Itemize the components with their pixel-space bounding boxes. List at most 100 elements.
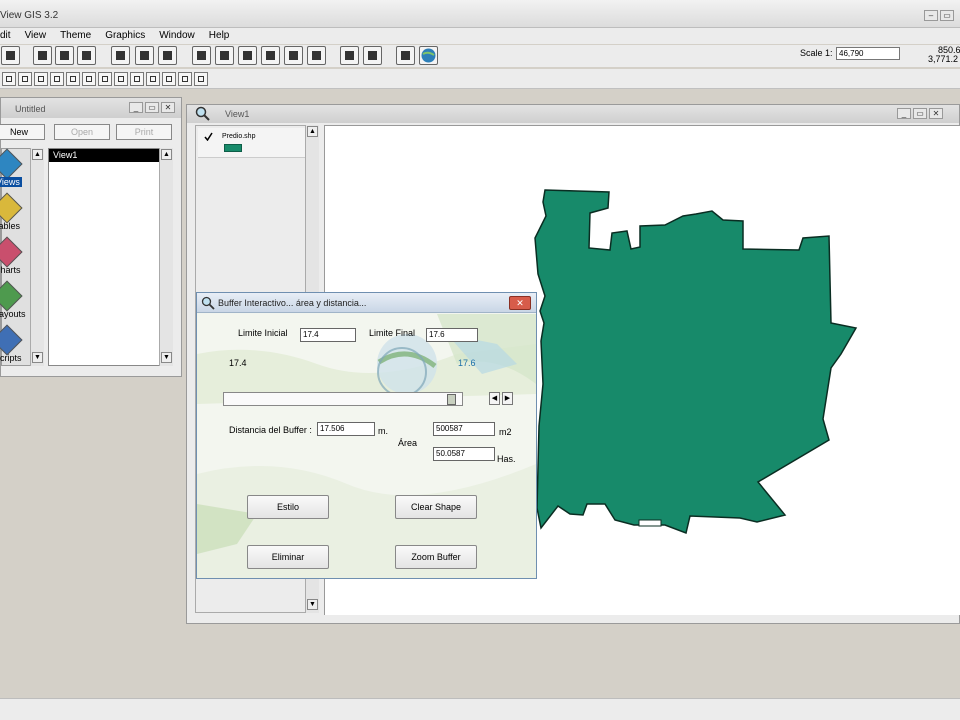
maximize-button[interactable]: ▭ xyxy=(940,10,954,21)
theme-properties-icon[interactable] xyxy=(55,46,74,65)
area-label: Área xyxy=(398,438,418,448)
edit-legend-icon[interactable] xyxy=(77,46,96,65)
view-close-button[interactable]: ✕ xyxy=(929,108,943,119)
view-maximize-button[interactable]: ▭ xyxy=(913,108,927,119)
distancia-input[interactable]: 17.506 xyxy=(317,422,375,436)
area-m2-output: 500587 xyxy=(433,422,495,436)
area-has-output: 50.0587 xyxy=(433,447,495,461)
menu-window[interactable]: Window xyxy=(159,28,195,44)
view-title: View1 xyxy=(225,109,250,119)
zoom-previous-icon[interactable] xyxy=(307,46,326,65)
app-title: View GIS 3.2 xyxy=(0,10,59,21)
scale-label: Scale 1: xyxy=(800,48,833,58)
buffer-dialog: Buffer Interactivo... área y distancia..… xyxy=(196,292,537,579)
view-minimize-button[interactable]: _ xyxy=(897,108,911,119)
project-title: Untitled xyxy=(15,104,46,114)
tables-icon xyxy=(0,192,23,224)
document-list-scrollbar[interactable]: ▲ ▼ xyxy=(159,148,173,366)
tables-doc-type[interactable]: Tables xyxy=(0,192,23,231)
charts-icon xyxy=(0,236,23,268)
scripts-doc-type[interactable]: Scripts xyxy=(0,324,23,363)
locate-address-icon[interactable] xyxy=(158,46,177,65)
limite-final-input[interactable]: 17.6 xyxy=(426,328,478,342)
button-bar: Scale 1: 46,790 850.6 3,771.2 xyxy=(0,45,960,67)
identify-tool-icon[interactable] xyxy=(2,72,16,86)
zoom-in-icon[interactable] xyxy=(261,46,280,65)
dialog-title: Buffer Interactivo... área y distancia..… xyxy=(218,298,367,308)
menu-edit[interactable]: dit xyxy=(0,28,11,44)
vertex-edit-tool-icon[interactable] xyxy=(34,72,48,86)
view-titlebar: View1 _ ▭ ✕ xyxy=(187,105,959,123)
zoom-selected-icon[interactable] xyxy=(238,46,257,65)
zoom-buffer-button[interactable]: Zoom Buffer xyxy=(395,545,477,569)
menu-help[interactable]: Help xyxy=(209,28,230,44)
select-features-icon[interactable] xyxy=(340,46,359,65)
zoom-in-tool-icon[interactable] xyxy=(66,72,80,86)
zoom-active-themes-icon[interactable] xyxy=(215,46,234,65)
minimize-button[interactable]: – xyxy=(924,10,938,21)
globe-extension-icon[interactable] xyxy=(419,46,438,65)
dialog-close-button[interactable]: ✕ xyxy=(509,296,531,310)
menu-view[interactable]: View xyxy=(25,28,47,44)
eliminar-button[interactable]: Eliminar xyxy=(247,545,329,569)
buffer-distance-slider[interactable] xyxy=(223,392,463,406)
limite-inicial-input[interactable]: 17.4 xyxy=(300,328,356,342)
views-icon xyxy=(0,148,23,180)
zoom-out-icon[interactable] xyxy=(284,46,303,65)
limite-final-label: Limite Final xyxy=(369,328,416,338)
document-list: View1 xyxy=(48,148,160,366)
project-maximize-button[interactable]: ▭ xyxy=(145,102,159,113)
label-tool-icon[interactable] xyxy=(162,72,176,86)
pointer-tool-icon[interactable] xyxy=(18,72,32,86)
open-button[interactable]: Open xyxy=(54,124,110,140)
doc-type-scrollbar[interactable]: ▲ ▼ xyxy=(30,148,44,366)
layouts-doc-type[interactable]: Layouts xyxy=(0,280,26,319)
pan-tool-icon[interactable] xyxy=(98,72,112,86)
text-tool-icon[interactable] xyxy=(178,72,192,86)
menu-theme[interactable]: Theme xyxy=(60,28,91,44)
magnifier-icon xyxy=(195,106,210,121)
app-window-controls: – ▭ xyxy=(924,10,954,21)
theme-entry[interactable]: Predio.shp xyxy=(198,128,306,158)
scroll-down-icon[interactable]: ▼ xyxy=(32,352,43,363)
background-landscape-image xyxy=(197,314,536,578)
scroll-up-icon[interactable]: ▲ xyxy=(307,126,318,137)
scroll-down-icon[interactable]: ▼ xyxy=(307,599,318,610)
status-bar xyxy=(0,698,960,720)
project-minimize-button[interactable]: _ xyxy=(129,102,143,113)
checkmark-icon[interactable] xyxy=(204,132,213,141)
clear-shape-button[interactable]: Clear Shape xyxy=(395,495,477,519)
query-builder-icon[interactable] xyxy=(135,46,154,65)
menu-bar: dit View Theme Graphics Window Help xyxy=(0,28,960,44)
new-button[interactable]: New xyxy=(0,124,45,140)
clear-selection-icon[interactable] xyxy=(363,46,382,65)
list-item[interactable]: View1 xyxy=(49,149,159,162)
select-tool-icon[interactable] xyxy=(50,72,64,86)
add-theme-icon[interactable] xyxy=(33,46,52,65)
area-select-tool-icon[interactable] xyxy=(146,72,160,86)
views-doc-type[interactable]: Views xyxy=(0,148,23,187)
save-project-icon[interactable] xyxy=(1,46,20,65)
estilo-button[interactable]: Estilo xyxy=(247,495,329,519)
tool-bar xyxy=(0,69,960,89)
print-button[interactable]: Print xyxy=(116,124,172,140)
draw-tool-icon[interactable] xyxy=(194,72,208,86)
charts-doc-type[interactable]: Charts xyxy=(0,236,23,275)
zoom-full-extent-icon[interactable] xyxy=(192,46,211,65)
measure-tool-icon[interactable] xyxy=(114,72,128,86)
help-icon[interactable] xyxy=(396,46,415,65)
menu-graphics[interactable]: Graphics xyxy=(105,28,145,44)
slider-left-arrow-icon[interactable]: ◀ xyxy=(489,392,500,405)
slider-right-arrow-icon[interactable]: ▶ xyxy=(502,392,513,405)
scale-input[interactable]: 46,790 xyxy=(836,47,900,60)
slider-thumb[interactable] xyxy=(447,394,457,405)
hotlink-tool-icon[interactable] xyxy=(130,72,144,86)
theme-legend-swatch xyxy=(224,144,242,152)
project-close-button[interactable]: ✕ xyxy=(161,102,175,113)
find-binoculars-icon[interactable] xyxy=(111,46,130,65)
scroll-up-icon[interactable]: ▲ xyxy=(161,149,172,160)
zoom-out-tool-icon[interactable] xyxy=(82,72,96,86)
scroll-down-icon[interactable]: ▼ xyxy=(161,352,172,363)
scroll-up-icon[interactable]: ▲ xyxy=(32,149,43,160)
distancia-label: Distancia del Buffer : xyxy=(229,425,312,435)
